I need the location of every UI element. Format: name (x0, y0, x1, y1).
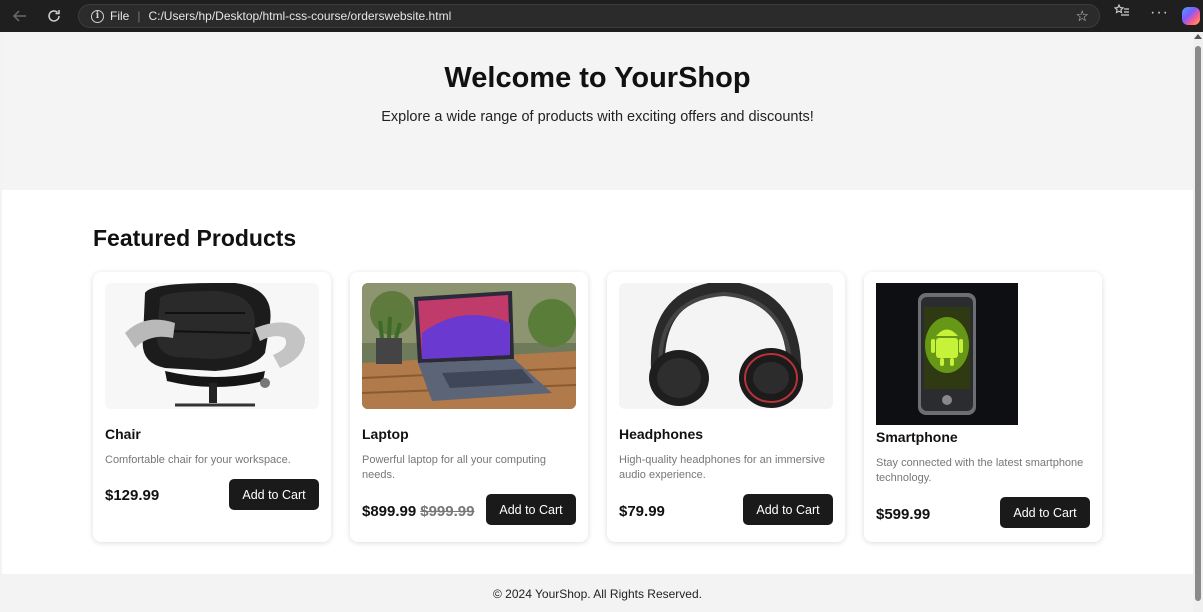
product-price: $129.99 (105, 487, 159, 504)
price-old: $999.99 (420, 503, 475, 520)
product-name: Laptop (362, 426, 409, 442)
page-viewport: Welcome to YourShop Explore a wide range… (2, 32, 1193, 612)
product-image-smartphone (876, 283, 1018, 425)
more-icon[interactable]: ··· (1150, 4, 1169, 22)
url-text[interactable]: C:/Users/hp/Desktop/html-css-course/orde… (148, 9, 451, 23)
hero-section: Welcome to YourShop Explore a wide range… (2, 32, 1193, 190)
footer: © 2024 YourShop. All Rights Reserved. (2, 574, 1193, 612)
product-name: Headphones (619, 426, 704, 442)
add-to-cart-button[interactable]: Add to Cart (743, 494, 833, 525)
price-current: $599.99 (876, 506, 931, 523)
section-title: Featured Products (93, 225, 297, 251)
product-image-chair (105, 283, 319, 409)
scrollbar[interactable] (1193, 32, 1203, 612)
add-to-cart-button[interactable]: Add to Cart (486, 494, 576, 525)
favorites-icon[interactable] (1113, 3, 1130, 22)
address-separator: | (137, 9, 141, 23)
product-description: High-quality headphones for an immersive… (619, 454, 826, 481)
page-title: Welcome to YourShop (444, 62, 751, 94)
add-to-cart-button[interactable]: Add to Cart (1000, 497, 1090, 528)
price-current: $129.99 (105, 487, 160, 504)
copilot-icon[interactable] (1182, 7, 1200, 25)
product-price: $79.99 (619, 503, 665, 520)
product-image-laptop (362, 283, 576, 409)
price-current: $79.99 (619, 503, 665, 520)
protocol-label: File (110, 9, 130, 23)
product-card-smartphone: Smartphone Stay connected with the lates… (864, 272, 1102, 542)
product-price: $899.99 $999.99 (362, 503, 474, 520)
product-image-headphones (619, 283, 833, 409)
star-icon[interactable]: ☆ (1076, 7, 1089, 25)
product-card-chair: Chair Comfortable chair for your workspa… (93, 272, 331, 542)
hero-subtitle: Explore a wide range of products with ex… (381, 109, 814, 125)
product-description: Comfortable chair for your workspace. (105, 454, 291, 466)
product-price: $599.99 (876, 506, 930, 523)
product-card-headphones: Headphones High-quality headphones for a… (607, 272, 845, 542)
info-icon[interactable]: i (91, 9, 104, 23)
product-card-laptop: Laptop Powerful laptop for all your comp… (350, 272, 588, 542)
product-name: Chair (105, 426, 141, 442)
product-description: Powerful laptop for all your computing n… (362, 454, 547, 481)
address-bar[interactable]: i File | C:/Users/hp/Desktop/html-css-co… (78, 4, 1100, 28)
back-arrow-icon[interactable] (6, 2, 34, 30)
product-name: Smartphone (876, 429, 958, 445)
browser-toolbar: i File | C:/Users/hp/Desktop/html-css-co… (0, 0, 1203, 32)
product-description: Stay connected with the latest smartphon… (876, 457, 1084, 484)
price-current: $899.99 (362, 503, 417, 520)
add-to-cart-button[interactable]: Add to Cart (229, 479, 319, 510)
reload-icon[interactable] (40, 2, 68, 30)
scroll-up-icon[interactable] (1194, 34, 1202, 39)
scroll-thumb[interactable] (1195, 46, 1201, 601)
